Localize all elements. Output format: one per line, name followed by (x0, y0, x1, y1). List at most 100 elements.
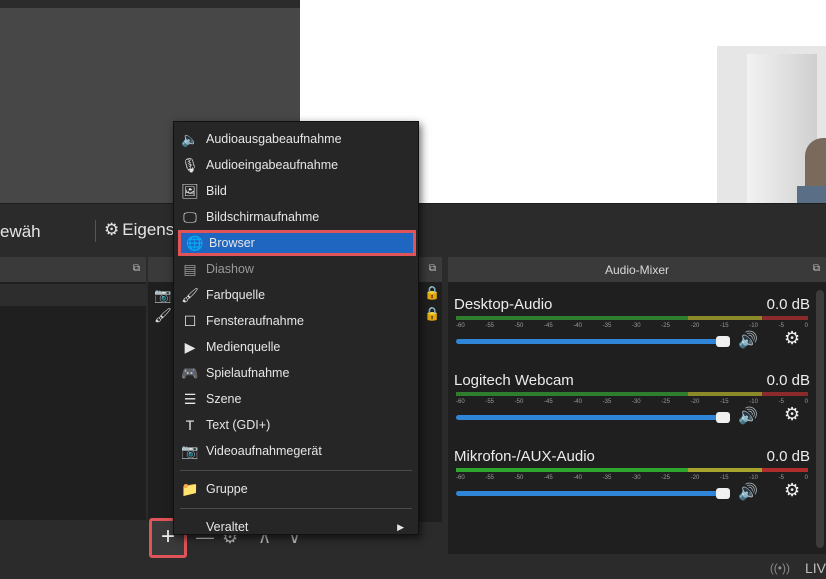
meter-tick-label: -45 (543, 323, 553, 329)
globe-icon: 🌐 (186, 234, 204, 251)
volume-meter (456, 392, 808, 396)
menu-item-farbquelle[interactable]: 🖌 Farbquelle (174, 282, 418, 308)
lock-icon[interactable]: 🔒 (424, 306, 440, 322)
scenes-controls (0, 520, 146, 544)
webcam-shirt (797, 186, 826, 203)
gear-icon[interactable]: ⚙ (784, 404, 800, 425)
live-status: LIV (804, 560, 826, 576)
webcam-preview-image (717, 46, 826, 203)
menu-item-label: Browser (209, 236, 255, 250)
meter-tick-label: 0 (804, 475, 808, 481)
volume-slider[interactable] (456, 339, 724, 344)
menu-item-label: Diashow (206, 262, 254, 276)
mixer-channel: Mikrofon-/AUX-Audio 0.0 dB -60 -55 -50 -45 -… (454, 448, 810, 518)
menu-item-label: Bild (206, 184, 227, 198)
menu-item-label: Farbquelle (206, 288, 266, 302)
toolbar-left-label[interactable]: ewäh (0, 222, 41, 242)
channel-name: Mikrofon-/AUX-Audio (454, 448, 595, 465)
meter-tick-label: -60 (456, 475, 465, 481)
meter-tick-label: -20 (690, 323, 700, 329)
mixer-channel: Logitech Webcam 0.0 dB -60 -55 -50 -45 -40 -3… (454, 372, 810, 442)
microphone-icon: 🎙 (181, 156, 199, 173)
meter-tick-label: -40 (573, 323, 582, 329)
lock-icon[interactable]: 🔒 (424, 285, 440, 301)
scenes-dock-title: ⧉ (0, 257, 146, 282)
gamepad-icon: 🎮 (181, 364, 199, 381)
volume-slider-knob[interactable] (716, 412, 730, 423)
meter-tick-label: -60 (456, 323, 465, 329)
properties-button[interactable]: ⚙ Eigens (104, 220, 174, 240)
meter-tick-label: -30 (631, 323, 641, 329)
meter-tick-label: -25 (661, 475, 670, 481)
mixer-dock-title: Audio-Mixer ⧉ (448, 257, 826, 282)
scenes-list (0, 282, 146, 544)
meter-tick-label: -50 (514, 323, 524, 329)
speaker-icon: 🔈 (181, 130, 199, 147)
mixer-channel: Desktop-Audio 0.0 dB -60 -55 -50 -45 -40 -35 -… (454, 296, 810, 366)
menu-separator (180, 470, 412, 471)
float-dock-icon[interactable]: ⧉ (429, 263, 436, 274)
meter-tick-label: -45 (543, 475, 553, 481)
menu-item-spielaufnahme[interactable]: 🎮 Spielaufnahme (174, 360, 418, 386)
volume-slider-knob[interactable] (716, 336, 730, 347)
menu-item-videoaufnahmegerät[interactable]: 📷 Videoaufnahmegerät (174, 438, 418, 464)
text-icon: T (185, 417, 195, 433)
menu-item-browser[interactable]: 🌐 Browser (178, 230, 416, 256)
menu-item-label: Szene (206, 392, 242, 406)
volume-meter (456, 468, 808, 472)
meter-tick-label: 0 (804, 323, 808, 329)
meter-tick-label: 0 (804, 399, 808, 405)
meter-tick-label: -25 (661, 323, 670, 329)
speaker-icon[interactable]: 🔊 (738, 330, 758, 350)
toolbar-separator (95, 220, 96, 242)
meter-tick-label: -15 (719, 399, 729, 405)
menu-item-medienquelle[interactable]: ▶ Medienquelle (174, 334, 418, 360)
monitor-icon: 🖵 (183, 208, 197, 225)
menu-item-text-gdi[interactable]: T Text (GDI+) (174, 412, 418, 438)
menu-item-szene[interactable]: ☰ Szene (174, 386, 418, 412)
speaker-icon[interactable]: 🔊 (738, 482, 758, 502)
audio-mixer: Desktop-Audio 0.0 dB -60 -55 -50 -45 -40 -35 -… (448, 282, 826, 554)
brush-icon: 🖌 (154, 307, 172, 323)
menu-item-veraltet[interactable]: Veraltet ▶ (174, 514, 418, 540)
volume-slider[interactable] (456, 415, 724, 420)
menu-item-label: Fensteraufnahme (206, 314, 304, 328)
gear-icon[interactable]: ⚙ (784, 480, 800, 501)
meter-tick-label: -55 (485, 475, 494, 481)
meter-tick-label: -35 (602, 323, 612, 329)
volume-meter (456, 316, 808, 320)
list-item[interactable] (0, 284, 146, 306)
menu-item-audioeingabeaufnahme[interactable]: 🎙 Audioeingabeaufnahme (174, 152, 418, 178)
gear-icon: ⚙ (104, 220, 120, 239)
meter-tick-label: -45 (543, 399, 553, 405)
meter-tick-label: -40 (573, 399, 582, 405)
channel-db: 0.0 dB (766, 448, 810, 465)
channel-name: Desktop-Audio (454, 296, 553, 313)
menu-item-label: Spielaufnahme (206, 366, 290, 380)
float-dock-icon[interactable]: ⧉ (133, 263, 140, 274)
broadcast-icon: ((•)) (769, 561, 790, 575)
volume-slider-knob[interactable] (716, 488, 730, 499)
submenu-arrow-icon: ▶ (397, 521, 404, 532)
speaker-icon[interactable]: 🔊 (738, 406, 758, 426)
gear-icon[interactable]: ⚙ (784, 328, 800, 349)
meter-tick-label: -55 (485, 323, 494, 329)
menu-item-diashow[interactable]: ▤ Diashow (174, 256, 418, 282)
window-icon: ☐ (183, 312, 197, 329)
menu-item-bildschirmaufnahme[interactable]: 🖵 Bildschirmaufnahme (174, 204, 418, 230)
meter-tick-label: -15 (719, 475, 729, 481)
menu-item-label: Audioausgabeaufnahme (206, 132, 342, 146)
folder-icon: 📁 (181, 480, 199, 497)
menu-item-gruppe[interactable]: 📁 Gruppe (174, 476, 418, 502)
float-dock-icon[interactable]: ⧉ (813, 263, 820, 274)
meter-tick-label: -30 (631, 399, 641, 405)
menu-item-audioausgabeaufnahme[interactable]: 🔈 Audioausgabeaufnahme (174, 126, 418, 152)
status-bar: ((•)) LIV (0, 558, 826, 579)
menu-item-bild[interactable]: 🖼 Bild (174, 178, 418, 204)
properties-label: Eigens (122, 220, 175, 239)
volume-slider[interactable] (456, 491, 724, 496)
mixer-scrollbar[interactable] (816, 290, 824, 548)
menu-item-label: Medienquelle (206, 340, 281, 354)
meter-tick-label: -35 (602, 475, 612, 481)
menu-item-fensteraufnahme[interactable]: ☐ Fensteraufnahme (174, 308, 418, 334)
